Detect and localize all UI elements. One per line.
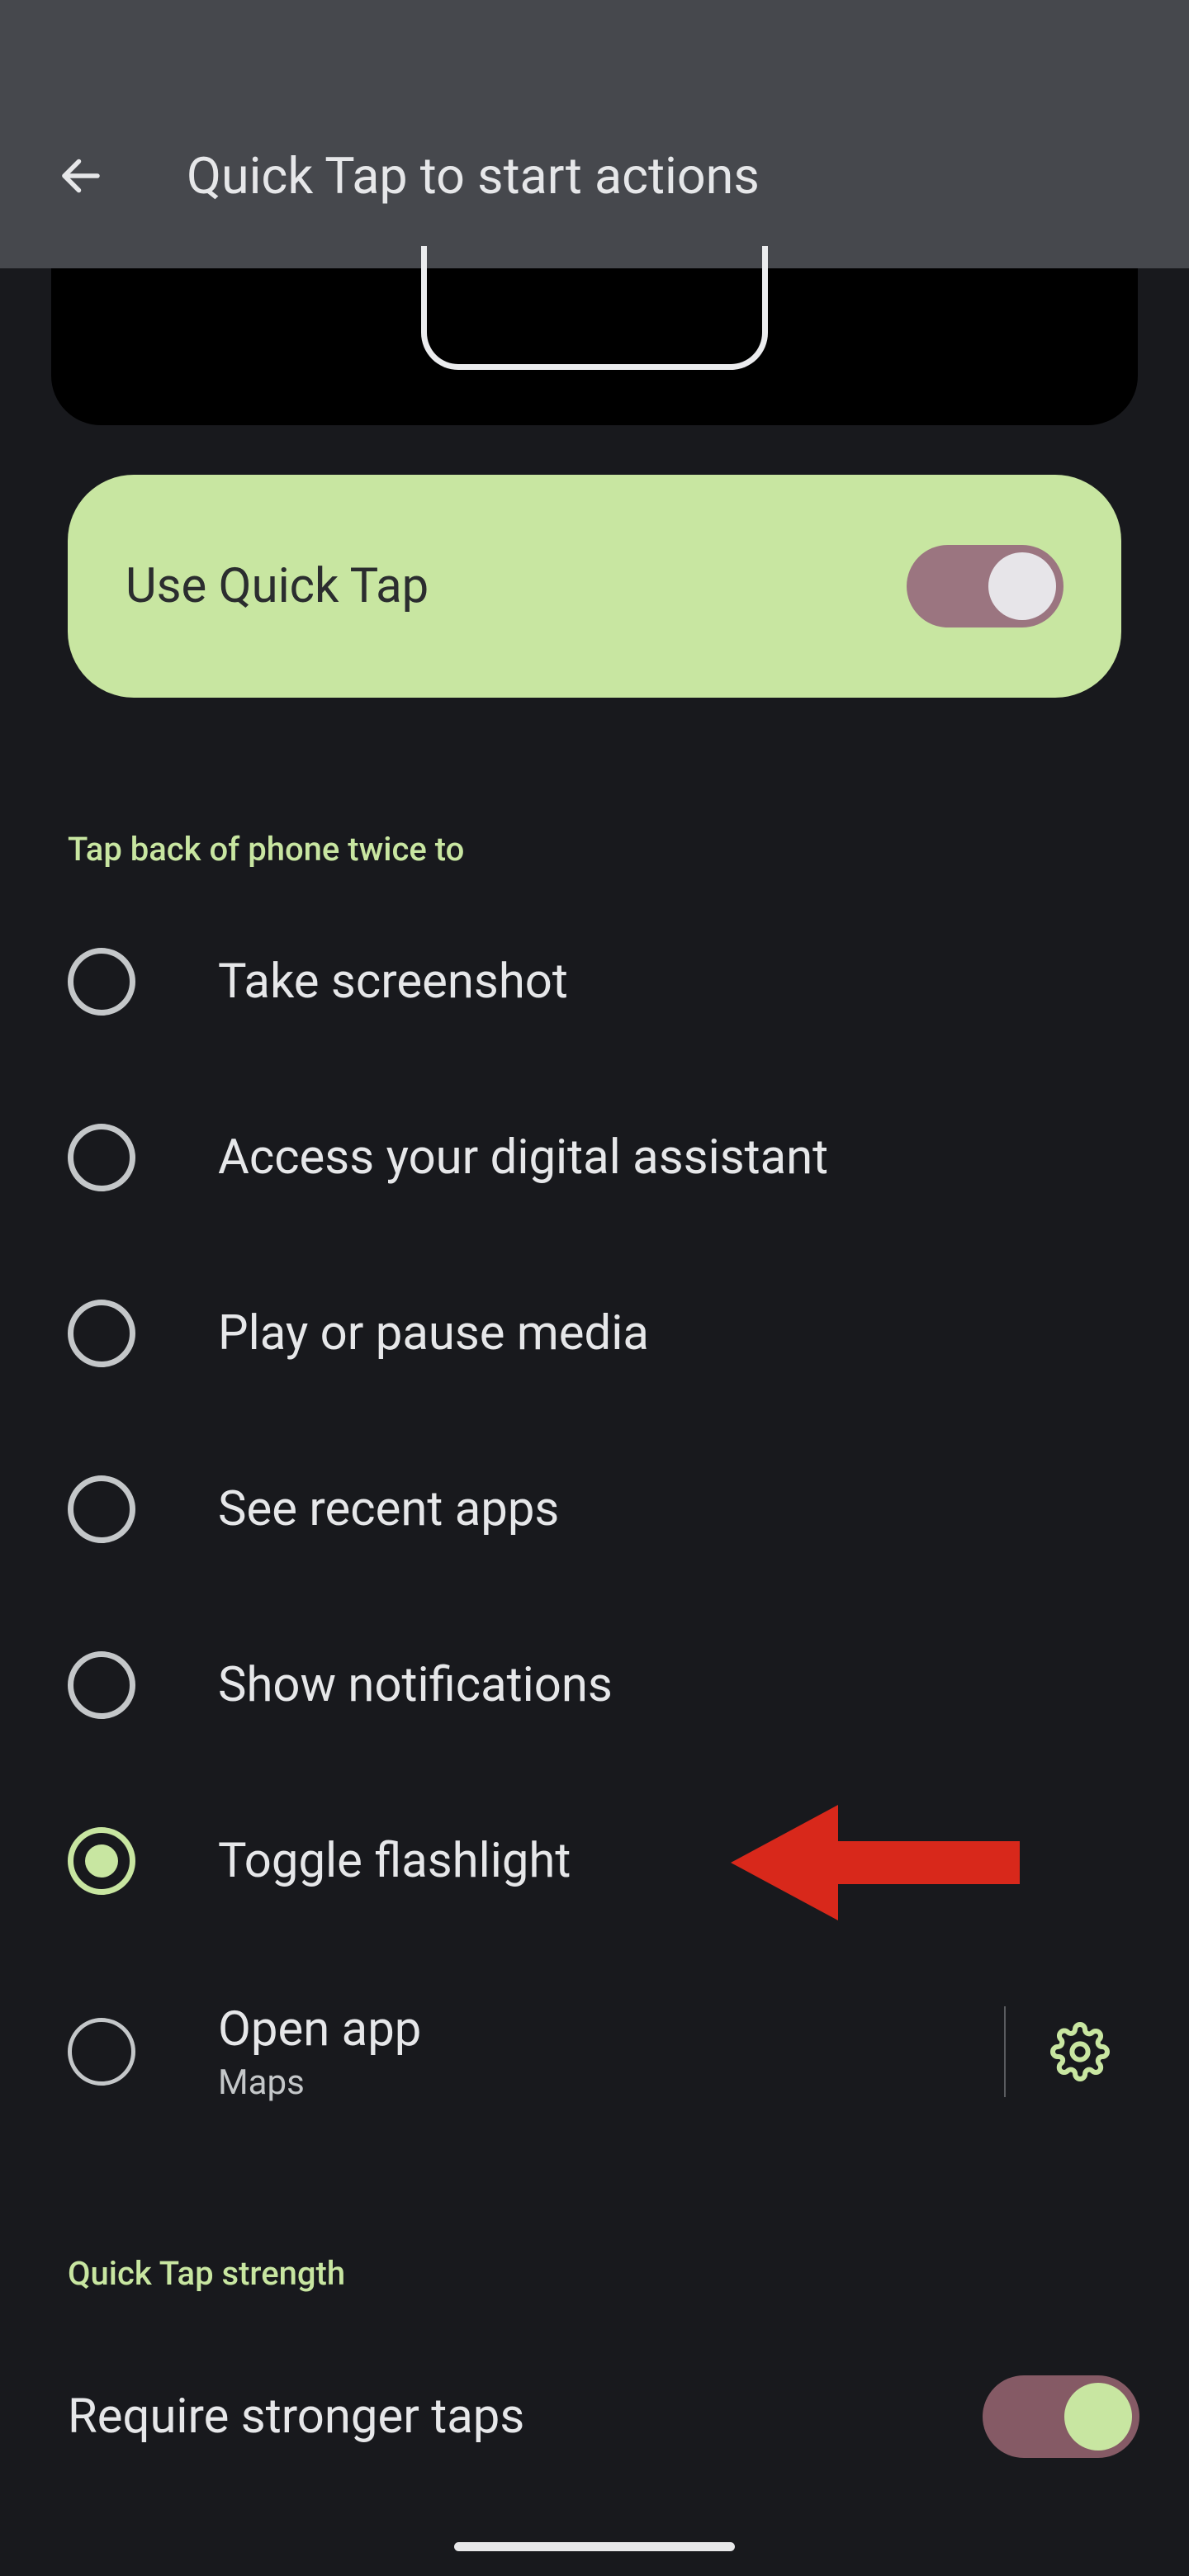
preview-panel <box>51 268 1138 425</box>
section-heading-actions: Tap back of phone twice to <box>68 830 1121 869</box>
open-app-settings <box>1004 1994 1121 2110</box>
radio-label: Take screenshot <box>218 954 1121 1010</box>
radio-label: See recent apps <box>218 1481 1121 1537</box>
radio-option-open-app[interactable]: Open app Maps <box>68 1949 1121 2155</box>
require-stronger-taps-label: Require stronger taps <box>68 2389 524 2445</box>
radio-button-icon <box>68 1124 135 1191</box>
radio-label: Play or pause media <box>218 1305 1121 1361</box>
switch-knob <box>988 552 1056 620</box>
radio-label: Access your digital assistant <box>218 1129 1121 1186</box>
radio-option-take-screenshot[interactable]: Take screenshot <box>68 893 1121 1069</box>
back-button[interactable] <box>41 136 121 215</box>
radio-option-play-pause-media[interactable]: Play or pause media <box>68 1245 1121 1421</box>
radio-button-icon <box>68 948 135 1016</box>
require-stronger-taps-row[interactable]: Require stronger taps <box>68 2334 1139 2499</box>
radio-label: Toggle flashlight <box>218 1833 1121 1889</box>
gesture-nav-pill[interactable] <box>454 2542 735 2551</box>
section-heading-strength: Quick Tap strength <box>68 2254 1121 2293</box>
radio-option-recent-apps[interactable]: See recent apps <box>68 1421 1121 1597</box>
radio-option-toggle-flashlight[interactable]: Toggle flashlight <box>68 1773 1121 1949</box>
radio-button-icon <box>68 1475 135 1543</box>
page-title: Quick Tap to start actions <box>187 146 760 206</box>
radio-label: Open app <box>218 2001 921 2057</box>
radio-button-icon <box>68 1300 135 1367</box>
use-quick-tap-label: Use Quick Tap <box>126 558 429 614</box>
switch-knob <box>1064 2383 1132 2451</box>
vertical-separator <box>1004 2006 1006 2097</box>
action-radio-list: Take screenshot Access your digital assi… <box>68 893 1121 2155</box>
radio-option-show-notifications[interactable]: Show notifications <box>68 1597 1121 1773</box>
phone-outline-graphic <box>421 246 768 370</box>
radio-option-digital-assistant[interactable]: Access your digital assistant <box>68 1069 1121 1245</box>
radio-label: Show notifications <box>218 1657 1121 1713</box>
arrow-left-icon <box>56 151 106 201</box>
open-app-gear-button[interactable] <box>1047 2019 1113 2085</box>
gear-icon <box>1050 2022 1110 2081</box>
radio-button-icon <box>68 2018 135 2086</box>
use-quick-tap-switch[interactable] <box>907 545 1063 627</box>
require-stronger-taps-switch[interactable] <box>983 2375 1139 2458</box>
use-quick-tap-row[interactable]: Use Quick Tap <box>68 475 1121 698</box>
radio-sublabel: Maps <box>218 2062 921 2103</box>
radio-button-selected-icon <box>68 1827 135 1895</box>
radio-button-icon <box>68 1651 135 1719</box>
app-header: Quick Tap to start actions <box>0 0 1189 268</box>
